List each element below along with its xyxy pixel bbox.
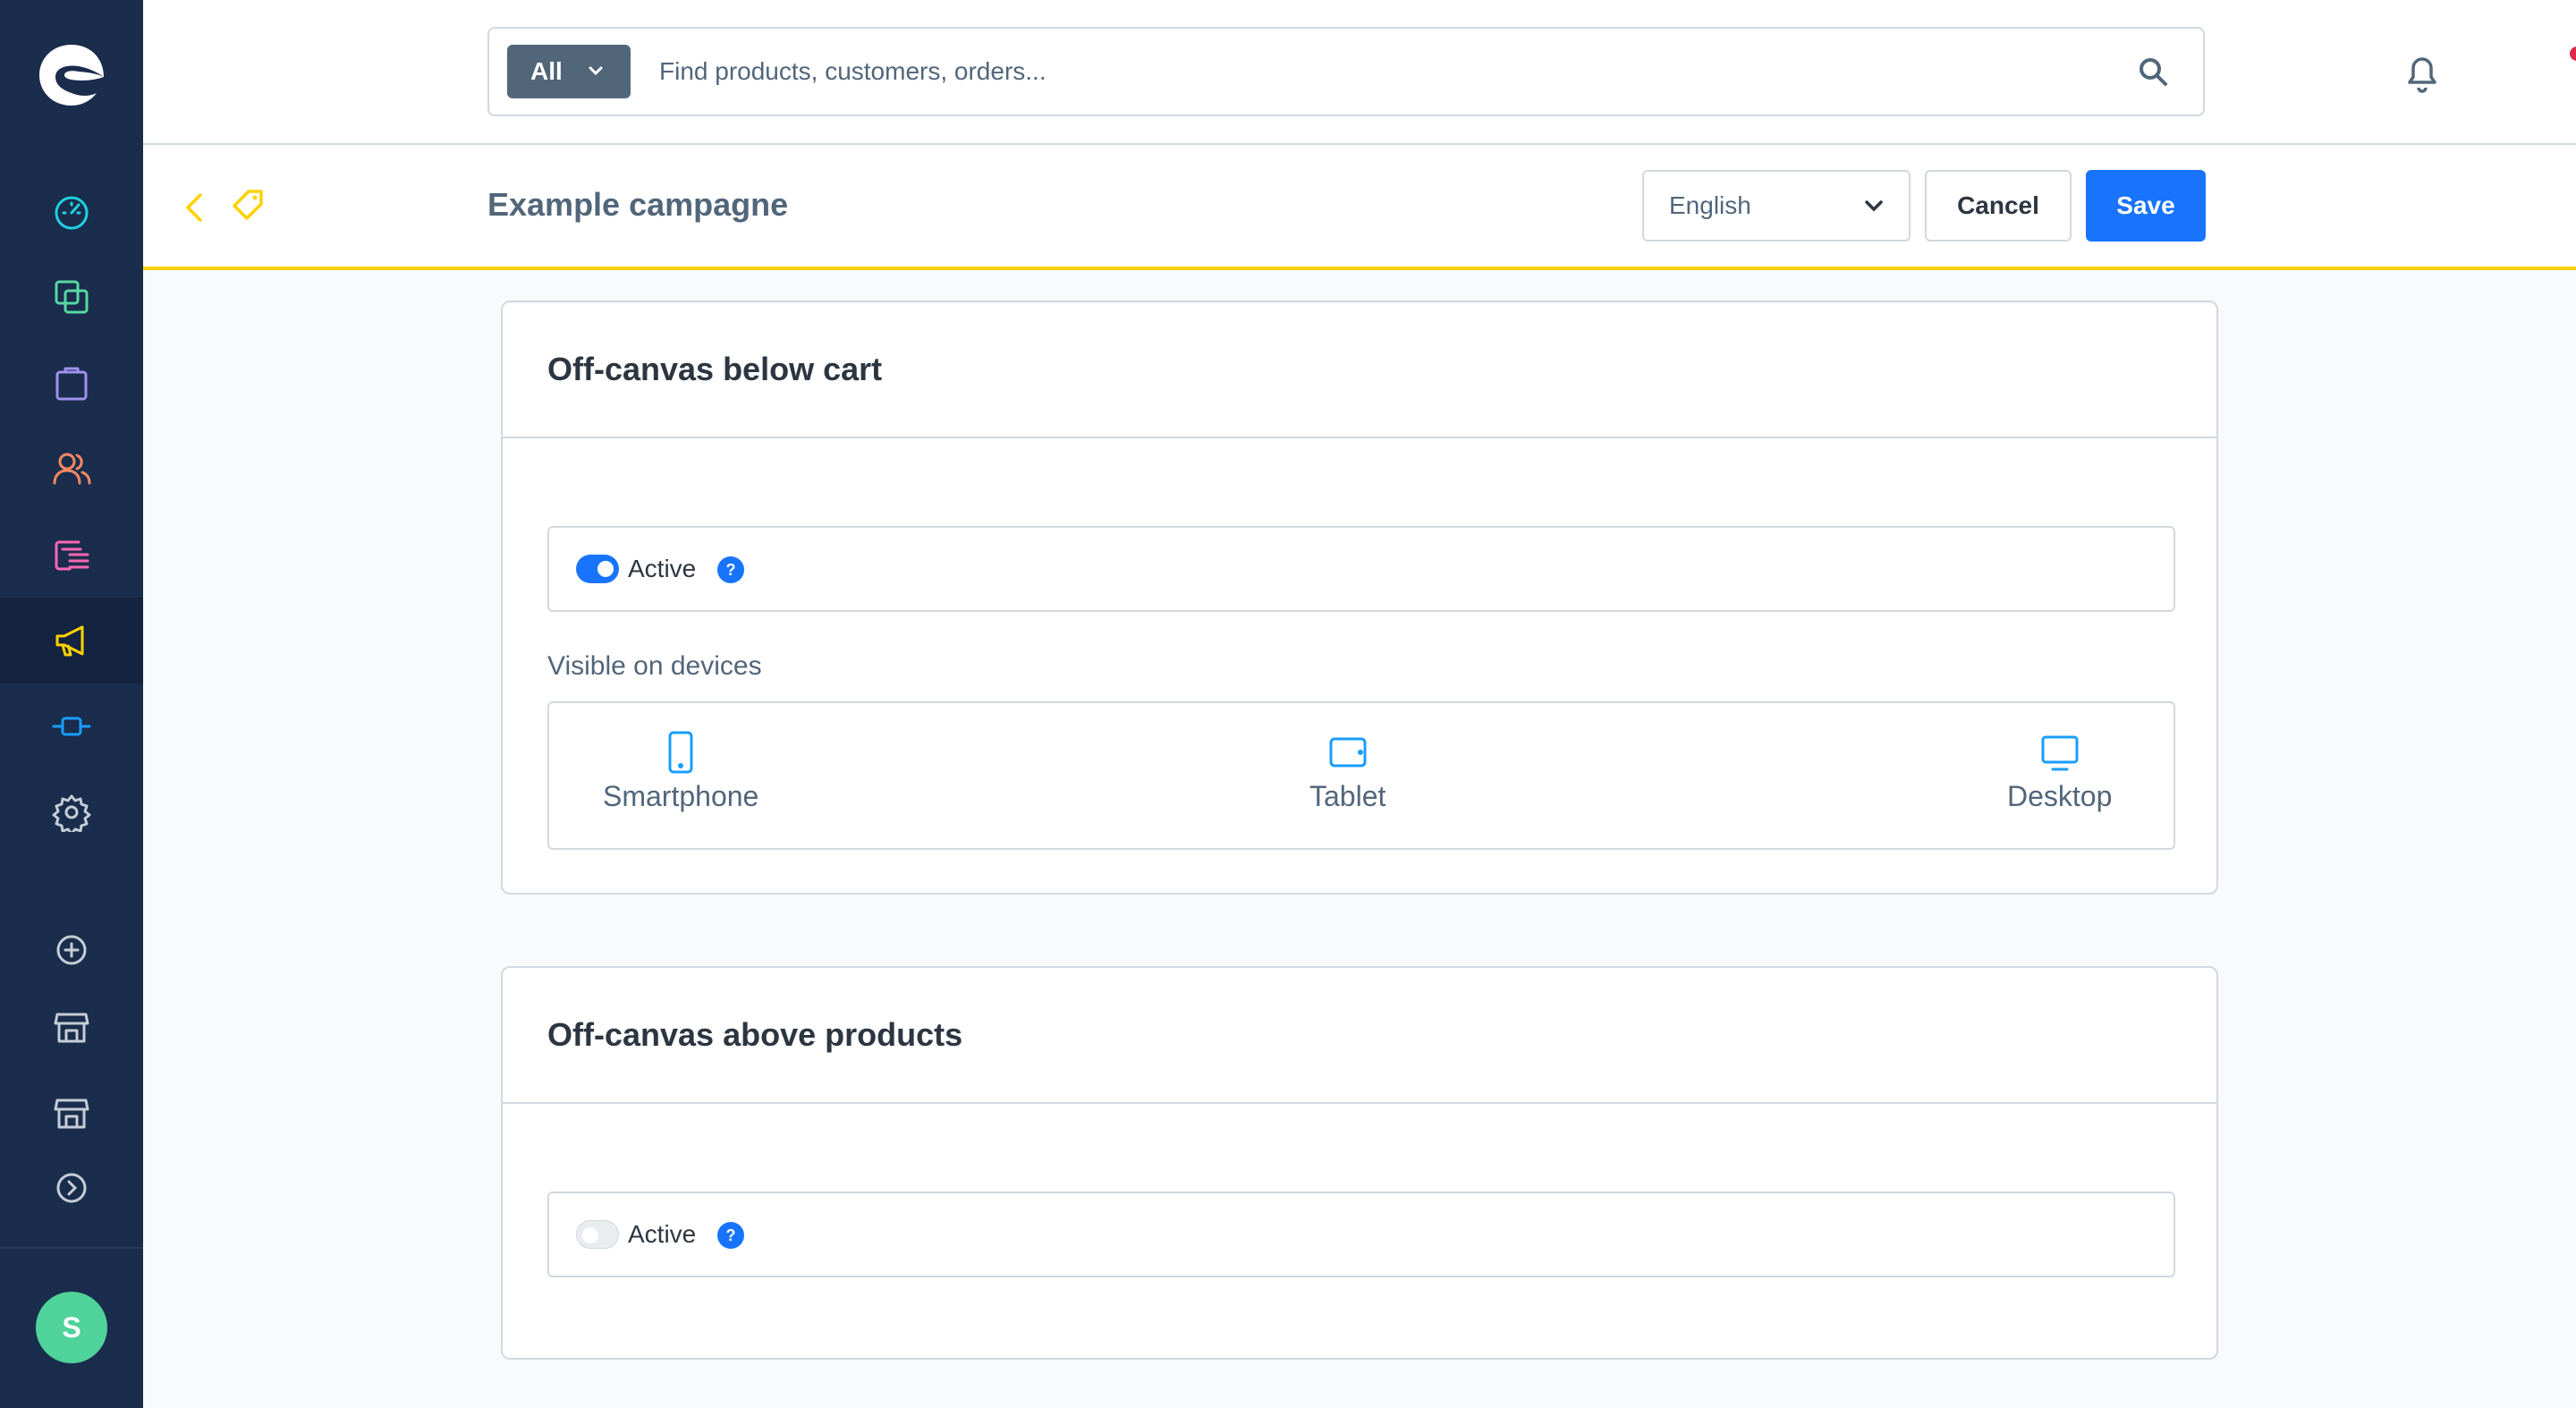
device-label: Tablet bbox=[1309, 780, 1386, 812]
orders-icon bbox=[55, 367, 88, 401]
nav-extensions[interactable] bbox=[0, 683, 143, 769]
tag-icon bbox=[233, 190, 263, 220]
chevron-down-icon bbox=[589, 66, 603, 76]
customers-icon bbox=[53, 453, 91, 485]
page-title: Example campagne bbox=[487, 186, 789, 223]
top-header: All bbox=[143, 0, 2576, 145]
search-icon[interactable] bbox=[2137, 55, 2169, 88]
smart-bar: Example campagne English Cancel Save bbox=[143, 145, 2576, 270]
chevron-down-icon bbox=[1865, 200, 1883, 212]
content-icon bbox=[55, 540, 89, 571]
active-label: Active bbox=[628, 1220, 697, 1248]
active-label: Active bbox=[628, 555, 697, 582]
desktop-icon bbox=[2041, 735, 2079, 771]
nav-dashboard[interactable] bbox=[0, 168, 143, 254]
device-visibility-group: Smartphone Tablet Desktop bbox=[547, 701, 2175, 850]
card-off-canvas-below-cart: Off-canvas below cart Active ? Visible o… bbox=[501, 301, 2218, 895]
sidebar-footer: S bbox=[0, 1247, 143, 1408]
nav-sales-channel-1[interactable] bbox=[0, 984, 143, 1070]
device-label: Desktop bbox=[2007, 780, 2113, 812]
search-type-label: All bbox=[530, 57, 563, 85]
admin-sidebar: S bbox=[0, 0, 143, 1408]
nav-sales-channel-2[interactable] bbox=[0, 1070, 143, 1156]
card-title: Off-canvas above products bbox=[503, 968, 2216, 1104]
device-desktop[interactable]: Desktop bbox=[2007, 730, 2112, 813]
settings-icon bbox=[52, 794, 91, 832]
dashboard-icon bbox=[55, 196, 89, 230]
devices-label: Visible on devices bbox=[547, 651, 762, 681]
search-input[interactable] bbox=[659, 48, 2055, 95]
tablet-icon bbox=[1329, 737, 1367, 768]
marketing-icon bbox=[55, 625, 84, 657]
nav-add-sales-channel[interactable] bbox=[0, 907, 143, 993]
device-smartphone[interactable]: Smartphone bbox=[603, 730, 758, 813]
active-field: Active ? bbox=[547, 526, 2175, 612]
card-off-canvas-above-products: Off-canvas above products Active ? bbox=[501, 966, 2218, 1360]
nav-marketing[interactable] bbox=[0, 598, 143, 683]
active-toggle[interactable] bbox=[576, 555, 619, 583]
shopware-logo-icon[interactable] bbox=[36, 41, 107, 109]
device-label: Smartphone bbox=[603, 780, 759, 812]
storefront-icon bbox=[54, 1013, 89, 1043]
cancel-button[interactable]: Cancel bbox=[1925, 170, 2072, 242]
user-avatar[interactable]: S bbox=[36, 1292, 107, 1363]
help-tooltip-icon[interactable]: ? bbox=[717, 1222, 744, 1249]
expand-icon bbox=[56, 1173, 87, 1203]
nav-expand[interactable] bbox=[0, 1145, 143, 1231]
language-select[interactable]: English bbox=[1642, 170, 1911, 242]
save-button[interactable]: Save bbox=[2086, 170, 2206, 242]
catalog-icon bbox=[55, 280, 89, 314]
active-toggle[interactable] bbox=[576, 1220, 619, 1249]
card-title: Off-canvas below cart bbox=[503, 302, 2216, 438]
global-search: All bbox=[487, 27, 2205, 116]
nav-orders[interactable] bbox=[0, 340, 143, 426]
help-tooltip-icon[interactable]: ? bbox=[717, 556, 744, 583]
nav-settings[interactable] bbox=[0, 769, 143, 855]
storefront-icon bbox=[54, 1098, 89, 1129]
extensions-icon bbox=[52, 717, 91, 736]
search-type-dropdown[interactable]: All bbox=[507, 45, 631, 98]
smartphone-icon bbox=[668, 731, 693, 774]
notification-badge bbox=[2570, 47, 2576, 61]
back-arrow-icon[interactable] bbox=[181, 190, 208, 225]
active-field: Active ? bbox=[547, 1192, 2175, 1277]
nav-catalogues[interactable] bbox=[0, 254, 143, 340]
notification-bell-icon[interactable] bbox=[2397, 47, 2447, 97]
device-tablet[interactable]: Tablet bbox=[1309, 730, 1385, 813]
add-sales-channel-icon bbox=[56, 935, 87, 965]
language-value: English bbox=[1669, 191, 1751, 219]
nav-content[interactable] bbox=[0, 512, 143, 598]
nav-customers[interactable] bbox=[0, 426, 143, 512]
